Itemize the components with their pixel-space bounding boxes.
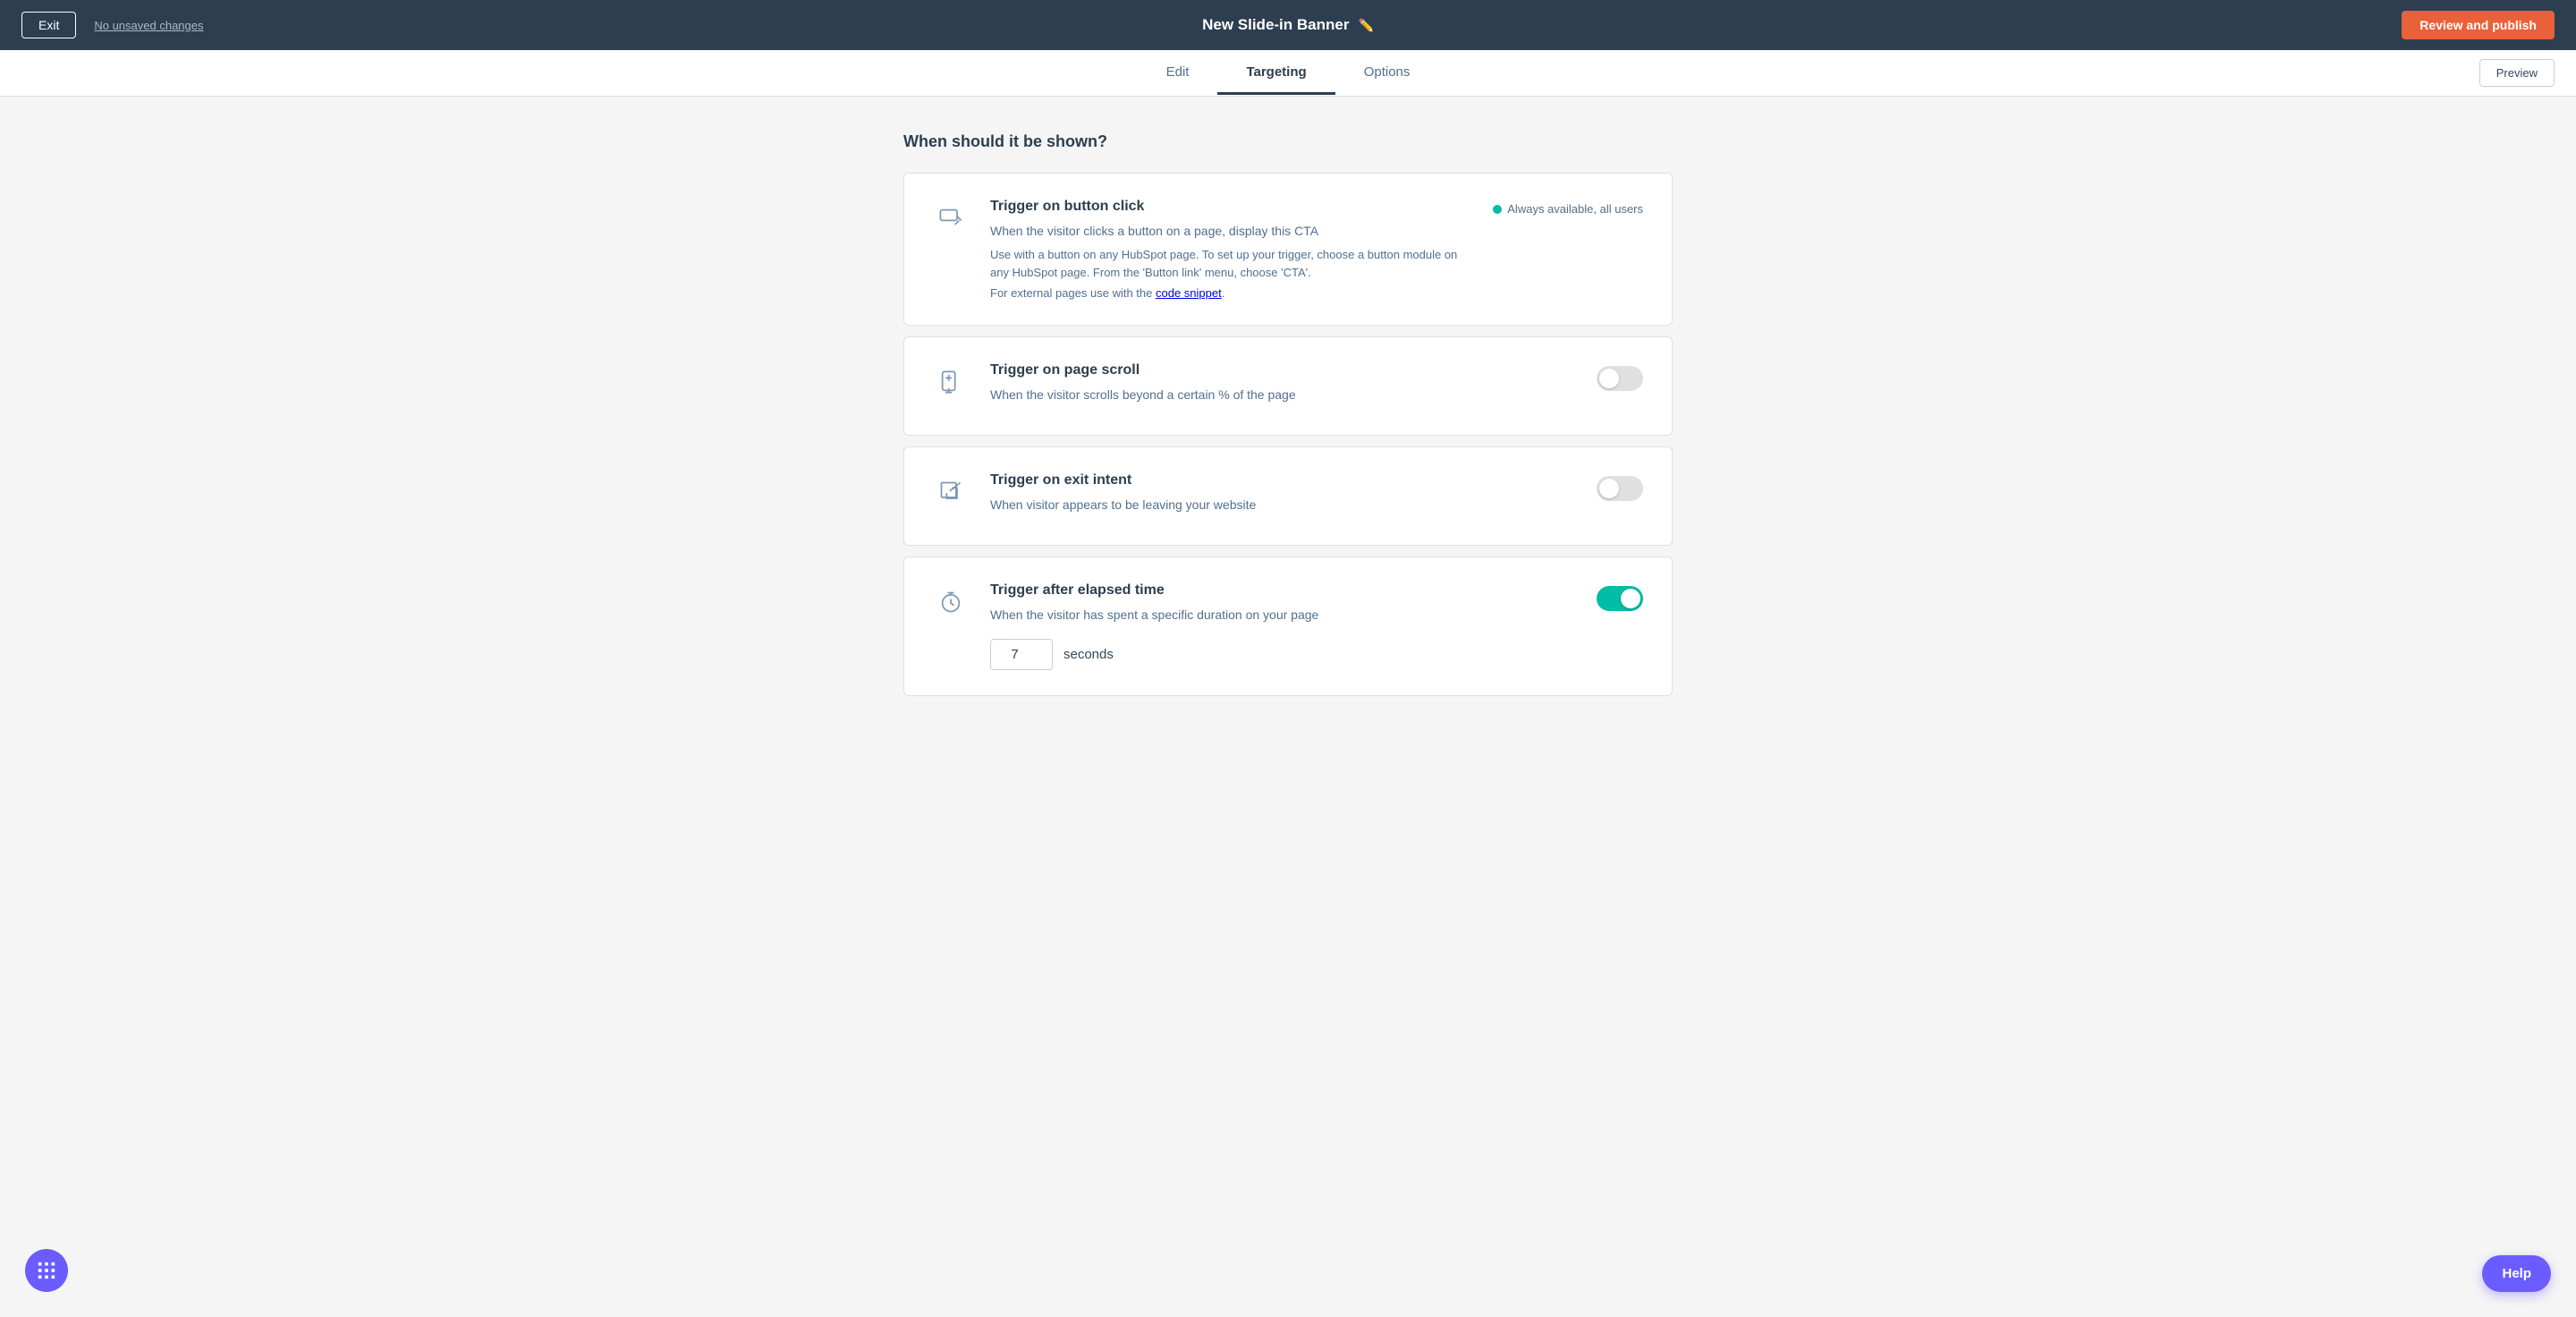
exit-button[interactable]: Exit xyxy=(21,12,76,38)
exit-intent-body: Trigger on exit intent When visitor appe… xyxy=(990,472,1575,520)
tab-navigation: Edit Targeting Options Preview xyxy=(0,50,2576,97)
button-click-icon xyxy=(933,200,969,236)
code-snippet-link[interactable]: code snippet xyxy=(1156,286,1222,300)
trigger-card-page-scroll: Trigger on page scroll When the visitor … xyxy=(903,336,1673,436)
button-click-title: Trigger on button click xyxy=(990,199,1471,215)
always-available-label: Always available, all users xyxy=(1507,202,1643,216)
unsaved-changes-label: No unsaved changes xyxy=(94,19,203,32)
page-scroll-body: Trigger on page scroll When the visitor … xyxy=(990,362,1575,410)
page-title: New Slide-in Banner xyxy=(1202,16,1349,34)
button-click-external: For external pages use with the code sni… xyxy=(990,286,1471,300)
tab-options[interactable]: Options xyxy=(1335,52,1439,95)
toggle-checkmark: ✓ xyxy=(1629,592,1638,605)
edit-title-icon[interactable]: ✏️ xyxy=(1358,18,1373,33)
exit-intent-toggle[interactable] xyxy=(1597,476,1643,501)
nav-left: Exit No unsaved changes xyxy=(21,12,204,38)
elapsed-time-body: Trigger after elapsed time When the visi… xyxy=(990,582,1575,670)
main-content: When should it be shown? Trigger on butt… xyxy=(886,97,1690,743)
review-publish-button[interactable]: Review and publish xyxy=(2402,11,2555,39)
exit-intent-right xyxy=(1597,476,1643,501)
trigger-card-button-click: Trigger on button click When the visitor… xyxy=(903,173,1673,326)
page-scroll-title: Trigger on page scroll xyxy=(990,362,1575,378)
app-launcher-button[interactable] xyxy=(25,1249,68,1292)
tab-targeting[interactable]: Targeting xyxy=(1217,52,1335,95)
button-click-subtext: Use with a button on any HubSpot page. T… xyxy=(990,246,1471,281)
duration-input[interactable] xyxy=(990,639,1053,670)
exit-intent-toggle-knob xyxy=(1599,479,1619,498)
trigger-card-exit-intent: Trigger on exit intent When visitor appe… xyxy=(903,446,1673,546)
exit-intent-icon xyxy=(933,474,969,510)
page-scroll-toggle[interactable] xyxy=(1597,366,1643,391)
exit-intent-title: Trigger on exit intent xyxy=(990,472,1575,489)
status-dot xyxy=(1493,205,1502,214)
elapsed-time-title: Trigger after elapsed time xyxy=(990,582,1575,599)
help-button[interactable]: Help xyxy=(2482,1255,2551,1292)
seconds-label: seconds xyxy=(1063,647,1114,662)
always-available-status: Always available, all users xyxy=(1493,202,1643,216)
page-title-area: New Slide-in Banner ✏️ xyxy=(1202,16,1374,34)
button-click-body: Trigger on button click When the visitor… xyxy=(990,199,1471,300)
page-scroll-desc: When the visitor scrolls beyond a certai… xyxy=(990,386,1575,404)
tabs-container: Edit Targeting Options xyxy=(1138,52,1439,95)
preview-button[interactable]: Preview xyxy=(2479,59,2555,87)
page-scroll-right xyxy=(1597,366,1643,391)
exit-intent-desc: When visitor appears to be leaving your … xyxy=(990,496,1575,514)
trigger-card-elapsed-time: Trigger after elapsed time When the visi… xyxy=(903,557,1673,696)
top-navigation: Exit No unsaved changes New Slide-in Ban… xyxy=(0,0,2576,50)
duration-row: seconds xyxy=(990,639,1575,670)
elapsed-time-icon xyxy=(933,584,969,620)
tab-edit[interactable]: Edit xyxy=(1138,52,1218,95)
page-scroll-icon xyxy=(933,364,969,400)
button-click-right: Always available, all users xyxy=(1493,202,1643,216)
elapsed-time-right: ✓ xyxy=(1597,586,1643,611)
button-click-desc: When the visitor clicks a button on a pa… xyxy=(990,222,1471,241)
section-title: When should it be shown? xyxy=(903,132,1673,151)
elapsed-time-toggle[interactable]: ✓ xyxy=(1597,586,1643,611)
page-scroll-toggle-knob xyxy=(1599,369,1619,388)
elapsed-time-desc: When the visitor has spent a specific du… xyxy=(990,606,1575,625)
